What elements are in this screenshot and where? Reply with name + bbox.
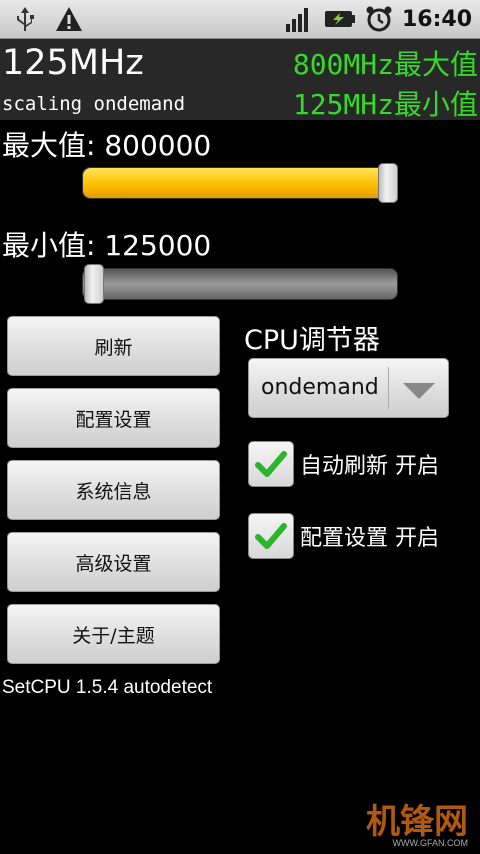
clock-time: 16:40 bbox=[401, 6, 472, 32]
app-version: SetCPU 1.5.4 autodetect bbox=[2, 677, 213, 698]
max-frequency-label: 800MHz最大值 bbox=[292, 48, 478, 81]
profiles-button[interactable]: 配置设置 bbox=[7, 388, 220, 448]
profiles-enabled-label: 配置设置 开启 bbox=[300, 526, 439, 551]
warning-icon bbox=[54, 4, 84, 34]
refresh-button[interactable]: 刷新 bbox=[7, 316, 220, 376]
auto-refresh-checkbox[interactable] bbox=[248, 441, 294, 487]
min-slider-label: 最小值: 125000 bbox=[2, 229, 212, 262]
advanced-settings-button[interactable]: 高级设置 bbox=[7, 532, 220, 592]
current-governor: scaling ondemand bbox=[2, 93, 186, 115]
usb-icon bbox=[10, 4, 40, 34]
max-slider-label: 最大值: 800000 bbox=[2, 129, 212, 162]
min-frequency-slider[interactable] bbox=[82, 264, 398, 304]
watermark-url: WWW.GFAN.COM bbox=[392, 838, 469, 848]
profiles-checkbox[interactable] bbox=[248, 513, 294, 559]
chevron-down-icon bbox=[403, 383, 435, 399]
system-info-button[interactable]: 系统信息 bbox=[7, 460, 220, 520]
frequency-header: 125MHz scaling ondemand 800MHz最大值 125MHz… bbox=[0, 39, 480, 121]
auto-refresh-label: 自动刷新 开启 bbox=[300, 454, 439, 479]
signal-icon bbox=[284, 4, 314, 34]
profiles-checkbox-row[interactable]: 配置设置 开启 bbox=[248, 513, 439, 559]
about-button[interactable]: 关于/主题 bbox=[7, 604, 220, 664]
min-slider-thumb[interactable] bbox=[84, 264, 104, 304]
auto-refresh-checkbox-row[interactable]: 自动刷新 开启 bbox=[248, 441, 439, 487]
max-frequency-slider[interactable] bbox=[82, 163, 398, 203]
status-bar: 16:40 bbox=[0, 0, 480, 39]
checkmark-icon bbox=[255, 451, 287, 477]
gfan-watermark-logo: 机锋网 WWW.GFAN.COM bbox=[352, 792, 472, 848]
governor-selected-value: ondemand bbox=[261, 375, 379, 400]
max-slider-thumb[interactable] bbox=[378, 163, 398, 203]
alarm-clock-icon bbox=[364, 4, 394, 34]
min-frequency-label: 125MHz最小值 bbox=[292, 88, 478, 121]
checkmark-icon bbox=[255, 523, 287, 549]
governor-dropdown[interactable]: ondemand bbox=[248, 358, 449, 418]
dropdown-divider bbox=[388, 367, 389, 409]
max-slider-fill bbox=[83, 168, 387, 198]
battery-charging-icon bbox=[322, 4, 356, 34]
current-frequency: 125MHz bbox=[2, 43, 144, 83]
governor-title: CPU调节器 bbox=[244, 325, 380, 356]
watermark-logo-text: 机锋网 bbox=[366, 802, 468, 842]
